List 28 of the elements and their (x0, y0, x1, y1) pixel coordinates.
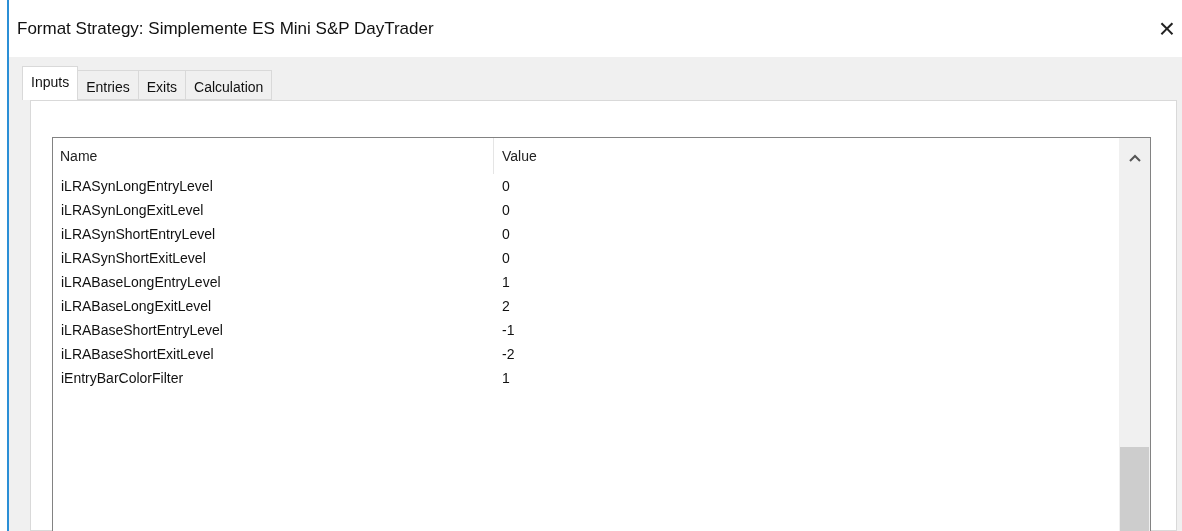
table-cell-text: iLRABaseShortEntryLevel (60, 322, 224, 338)
tab[interactable]: Calculation (185, 70, 273, 100)
scrollbar[interactable] (1119, 138, 1150, 531)
tab[interactable]: Entries (77, 70, 139, 100)
table-cell-text: iLRASynLongEntryLevel (60, 178, 214, 194)
window-title: Format Strategy: Simplemente ES Mini S&P DayTrader (17, 18, 434, 39)
table-cell-text: -2 (501, 346, 516, 362)
table-cell-text: 2 (501, 298, 511, 314)
table-cell-text: 1 (501, 370, 511, 386)
table-cell-text: iLRABaseShortExitLevel (60, 346, 215, 362)
table-cell-text: iLRASynShortExitLevel (60, 250, 207, 266)
table-cell-text: 0 (501, 178, 511, 194)
table-cell-text: iLRABaseLongEntryLevel (60, 274, 222, 290)
tab[interactable]: Exits (137, 70, 187, 100)
table-cell-text: 0 (501, 250, 511, 266)
tab[interactable]: Inputs (22, 66, 79, 100)
table-cell-text: iEntryBarColorFilter (60, 370, 185, 386)
table-cell-text: iLRASynShortEntryLevel (60, 226, 217, 242)
table-cell-text: 0 (501, 226, 511, 242)
table-cell-text: iLRASynLongExitLevel (60, 202, 205, 218)
table-cell-text: iLRABaseLongExitLevel (60, 298, 213, 314)
column-header[interactable]: Name (53, 138, 493, 174)
close-button[interactable]: × (1158, 14, 1175, 43)
table-cell-text: -1 (501, 322, 516, 338)
table-cell-text: 1 (501, 274, 511, 290)
scroll-up-icon[interactable] (1128, 154, 1141, 162)
scrollbar-thumb[interactable] (1120, 447, 1149, 531)
table-cell-text: 0 (501, 202, 511, 218)
